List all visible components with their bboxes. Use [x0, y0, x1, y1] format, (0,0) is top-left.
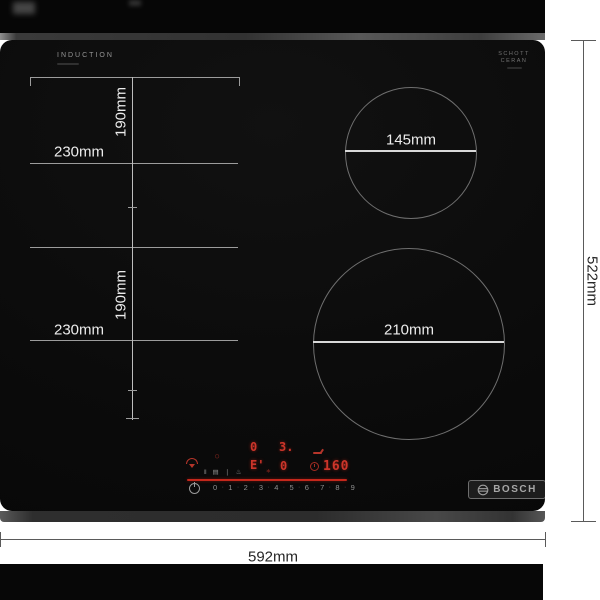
flex-zone2-height-label: 190mm [113, 270, 130, 320]
slider-dot: · [298, 484, 300, 491]
slider-dot: · [222, 484, 224, 491]
slider-number[interactable]: 4 [274, 483, 278, 492]
slider-dot: · [329, 484, 331, 491]
circle-145-diameter-line [345, 150, 476, 152]
depth-dimension-tick-top [571, 40, 596, 41]
function-icons-cluster: ‖ ▤ ❘ ♨ [204, 468, 244, 476]
flex-zone2-width-label: 230mm [54, 322, 104, 339]
slider-number[interactable]: 9 [351, 483, 355, 492]
hob-glass-surface: INDUCTION SCHOTT CERAN 190mm 230mm 190mm… [0, 40, 545, 511]
width-dimension-line [0, 539, 546, 540]
center-line-tick-2 [128, 390, 137, 391]
flex-zone1-width-label: 230mm [54, 144, 104, 161]
width-dimension-tick-right [545, 532, 546, 547]
power-slider-scale[interactable]: 0 · 1 · 2 · 3 · 4 · 5 · 6 · 7 · 8 · 9 [213, 483, 355, 492]
center-line-end-tick [126, 418, 139, 419]
bosch-anchor-icon [477, 484, 489, 496]
slider-dot: · [313, 484, 315, 491]
zone-display-right-top: 3. [279, 440, 293, 454]
zone-display-right-bottom: 0 [280, 459, 287, 473]
slider-dot: · [252, 484, 254, 491]
timer-display: 160 [323, 459, 349, 474]
slider-dot: · [344, 484, 346, 491]
slider-number[interactable]: 0 [213, 483, 217, 492]
depth-dimension-tick-bottom [571, 521, 596, 522]
center-line-tick-1 [128, 207, 137, 208]
power-slider-track[interactable] [187, 479, 347, 481]
flex-zone-center-line [132, 77, 133, 420]
schott-ceran-print: SCHOTT CERAN [495, 51, 533, 65]
reflection-highlight [13, 2, 35, 14]
cooking-zone-circle-145 [345, 87, 477, 219]
slider-number[interactable]: 7 [320, 483, 324, 492]
slider-number[interactable]: 2 [244, 483, 248, 492]
flex-zone1-width-line [30, 163, 238, 164]
reflection-highlight-small [129, 0, 141, 6]
hob-front-edge [0, 511, 545, 522]
slider-number[interactable]: 6 [305, 483, 309, 492]
induction-print-label: INDUCTION [57, 52, 114, 59]
zone-display-left-top: 0 [250, 440, 257, 454]
product-dimension-diagram: INDUCTION SCHOTT CERAN 190mm 230mm 190mm… [0, 0, 600, 600]
power-button-icon[interactable] [189, 483, 200, 494]
schott-ceran-subtext [507, 67, 522, 69]
flex-zone2-width-line [30, 340, 238, 341]
slider-number[interactable]: 8 [335, 483, 339, 492]
bosch-logo-badge: BOSCH [468, 480, 545, 499]
timer-clock-icon [310, 462, 319, 471]
slider-number[interactable]: 5 [289, 483, 293, 492]
melt-indicator-icon: ○ [215, 452, 219, 460]
slider-dot: · [267, 484, 269, 491]
circle-210-label: 210mm [384, 322, 434, 339]
frying-sensor-icon-handle [320, 449, 324, 453]
circle-210-diameter-line [313, 341, 504, 343]
flex-zone-top-bracket [30, 77, 240, 86]
depth-dimension-label: 522mm [584, 256, 600, 306]
bosch-logo-text: BOSCH [493, 484, 537, 495]
photo-bottom-band [0, 564, 543, 600]
slider-dot: · [283, 484, 285, 491]
zone-display-left-bottom: E' [250, 458, 264, 472]
circle-145-label: 145mm [386, 132, 436, 149]
slider-number[interactable]: 1 [228, 483, 232, 492]
slider-number[interactable]: 3 [259, 483, 263, 492]
star-indicator-icon: * [266, 468, 271, 477]
cooking-zone-circle-210 [313, 248, 505, 440]
home-connect-wifi-icon-base [189, 464, 195, 468]
flex-zone1-height-label: 190mm [113, 87, 130, 137]
induction-print-subtext [57, 63, 79, 65]
width-dimension-label: 592mm [248, 549, 298, 566]
photo-top-band [0, 0, 545, 33]
slider-dot: · [237, 484, 239, 491]
flex-zone-boundary-line [30, 247, 238, 248]
hob-rear-edge [0, 33, 545, 40]
width-dimension-tick-left [0, 532, 1, 547]
